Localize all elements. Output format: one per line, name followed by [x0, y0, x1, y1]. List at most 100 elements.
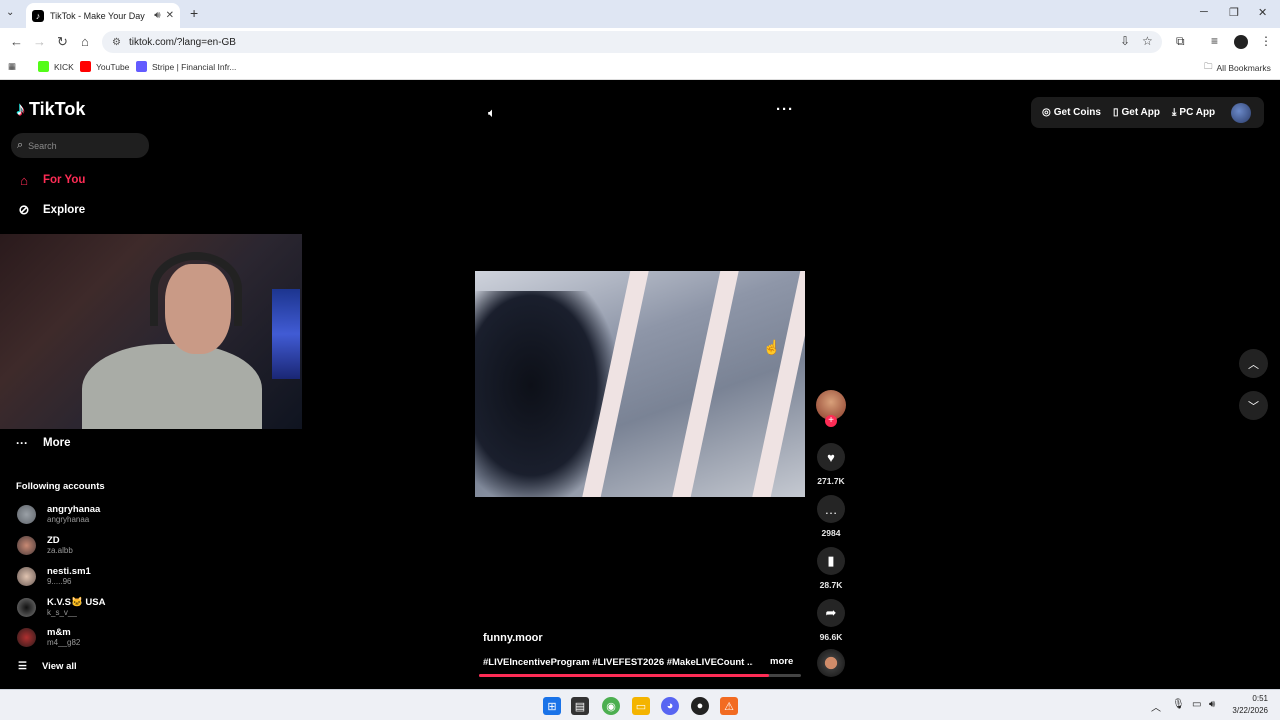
- nav-more[interactable]: ··· More: [16, 436, 70, 450]
- apps-grid-icon[interactable]: ▦: [8, 61, 16, 72]
- bookmark-youtube[interactable]: YouTube: [80, 61, 129, 72]
- restore-icon[interactable]: ❐: [1229, 6, 1239, 19]
- microphone-icon[interactable]: 🎙︎: [1172, 699, 1185, 710]
- video-bar: [666, 271, 742, 497]
- search-icon: ⌕: [17, 139, 24, 151]
- new-tab-icon[interactable]: +: [190, 5, 198, 21]
- windows-start-icon[interactable]: ⊞: [543, 697, 561, 715]
- phone-icon: ▯: [1112, 107, 1119, 118]
- previous-video-button[interactable]: ︿: [1239, 349, 1268, 378]
- back-icon[interactable]: ←: [10, 34, 23, 49]
- tab-title: TikTok - Make Your Day: [50, 10, 145, 21]
- obs-icon[interactable]: ●: [691, 697, 709, 715]
- tiktok-favicon-icon: ♪: [32, 9, 44, 22]
- view-all-label: View all: [41, 661, 77, 672]
- account-name: ZD: [47, 535, 60, 546]
- heart-icon: ♥: [817, 443, 845, 471]
- video-progress-bar[interactable]: [479, 674, 801, 677]
- url-text: tiktok.com/?lang=en-GB: [128, 36, 236, 48]
- clock-date: 3/22/2026: [1232, 706, 1268, 715]
- tab-close-icon[interactable]: ✕: [166, 10, 174, 21]
- list-item[interactable]: m&m m4__g82: [17, 627, 80, 648]
- chrome-icon[interactable]: ◉: [602, 697, 620, 715]
- account-name: m&m: [47, 627, 71, 638]
- avatar: [17, 628, 36, 647]
- comment-count: 2984: [821, 528, 841, 538]
- like-count: 271.7K: [817, 476, 845, 486]
- tab-audio-icon[interactable]: 🔊︎: [154, 10, 160, 21]
- tray-overflow-icon[interactable]: ︿: [1151, 699, 1161, 714]
- screen: ⌄ ♪ TikTok - Make Your Day 🔊︎ ✕ + ─ ❐ ✕ …: [0, 0, 1280, 720]
- follow-plus-icon[interactable]: +: [825, 415, 837, 427]
- tiktok-page: ♪ TikTok ⌕ Search ⌂ For You ⊘ Explore ··…: [0, 81, 1280, 689]
- chevron-up-icon: ︿: [1248, 358, 1259, 371]
- reload-icon[interactable]: ↻: [57, 34, 68, 50]
- folder-icon[interactable]: ▭: [632, 697, 650, 715]
- share-icon: ➦: [817, 599, 845, 627]
- video-bar: [746, 271, 805, 497]
- list-icon: ☰: [18, 661, 27, 672]
- bookmark-icon: ▮: [817, 547, 845, 575]
- nav-explore[interactable]: ⊘ Explore: [16, 202, 86, 218]
- kick-icon: [38, 61, 49, 72]
- search-input[interactable]: ⌕ Search: [11, 133, 149, 158]
- get-app-button[interactable]: ▯ Get App: [1113, 107, 1160, 118]
- app-icon[interactable]: ⚠: [720, 697, 738, 715]
- list-item[interactable]: nesti.sm1 9.....96: [17, 566, 91, 587]
- volume-icon[interactable]: 🔈︎: [488, 105, 496, 121]
- get-coins-button[interactable]: ◎ Get Coins: [1042, 107, 1101, 118]
- extensions-icon[interactable]: ⧉: [1176, 34, 1185, 49]
- bookmark-star-icon[interactable]: ☆: [1142, 34, 1153, 48]
- download-icon: ⤓: [1172, 107, 1177, 118]
- list-item[interactable]: ZD za.albb: [17, 535, 73, 556]
- tiktok-logo[interactable]: ♪ TikTok: [16, 99, 85, 120]
- discord-icon[interactable]: ◕: [661, 697, 679, 715]
- account-username: m4__g82: [47, 638, 81, 647]
- nav-label: For You: [43, 174, 86, 186]
- get-app-label: Get App: [1121, 107, 1160, 118]
- tab-search-icon[interactable]: ⌄: [6, 7, 14, 18]
- window-close-icon[interactable]: ✕: [1258, 6, 1267, 19]
- site-info-icon[interactable]: ⚙: [112, 37, 121, 48]
- install-app-icon[interactable]: ⇩: [1120, 34, 1130, 48]
- url-input[interactable]: ⚙ tiktok.com/?lang=en-GB: [102, 31, 1162, 53]
- user-avatar[interactable]: [1231, 102, 1252, 123]
- all-bookmarks[interactable]: 🗀 All Bookmarks: [1204, 61, 1271, 75]
- clock[interactable]: 0:51 3/22/2026: [1228, 693, 1268, 717]
- get-coins-label: Get Coins: [1053, 107, 1101, 118]
- nav-label: Explore: [43, 204, 86, 216]
- view-all-link[interactable]: ☰ View all: [18, 661, 77, 672]
- more-options-icon[interactable]: ···: [776, 101, 794, 118]
- bookmark-kick[interactable]: KICK: [38, 61, 74, 72]
- home-icon[interactable]: ⌂: [81, 34, 89, 49]
- share-button[interactable]: ➦ 96.6K: [816, 599, 846, 642]
- network-icon[interactable]: ▭: [1192, 699, 1201, 710]
- profile-avatar[interactable]: [1234, 35, 1248, 49]
- pc-app-button[interactable]: ⤓ PC App: [1172, 107, 1215, 118]
- video-author[interactable]: funny.moor: [483, 632, 543, 644]
- like-button[interactable]: ♥ 271.7K: [816, 443, 846, 486]
- folder-icon: 🗀: [1204, 61, 1213, 71]
- account-username: za.albb: [47, 546, 73, 555]
- browser-menu-icon[interactable]: ⋮: [1260, 34, 1272, 48]
- browser-tab[interactable]: ♪ TikTok - Make Your Day 🔊︎ ✕: [26, 3, 180, 28]
- caption-more-link[interactable]: more: [770, 656, 793, 667]
- compass-icon: ⊘: [18, 202, 30, 217]
- list-item[interactable]: angryhanaa angryhanaa: [17, 504, 100, 525]
- nav-for-you[interactable]: ⌂ For You: [16, 172, 85, 188]
- save-button[interactable]: ▮ 28.7K: [816, 547, 846, 590]
- media-controls-icon[interactable]: ≡: [1211, 34, 1218, 48]
- comment-button[interactable]: … 2984: [816, 495, 846, 538]
- speaker-icon[interactable]: 🔊︎: [1209, 699, 1215, 710]
- logo-text: TikTok: [29, 99, 86, 119]
- bookmark-stripe[interactable]: Stripe | Financial Infr...: [136, 61, 236, 72]
- list-item[interactable]: K.V.S🐱 USA k_s_v__: [17, 597, 105, 618]
- video-player[interactable]: [475, 271, 805, 497]
- headset: [150, 252, 242, 326]
- next-video-button[interactable]: ﹀: [1239, 391, 1268, 420]
- minimize-icon[interactable]: ─: [1200, 6, 1208, 18]
- search-placeholder: Search: [28, 140, 57, 151]
- forward-icon[interactable]: →: [33, 34, 46, 49]
- music-disc[interactable]: [817, 649, 845, 677]
- file-explorer-task-icon[interactable]: ▤: [571, 697, 589, 715]
